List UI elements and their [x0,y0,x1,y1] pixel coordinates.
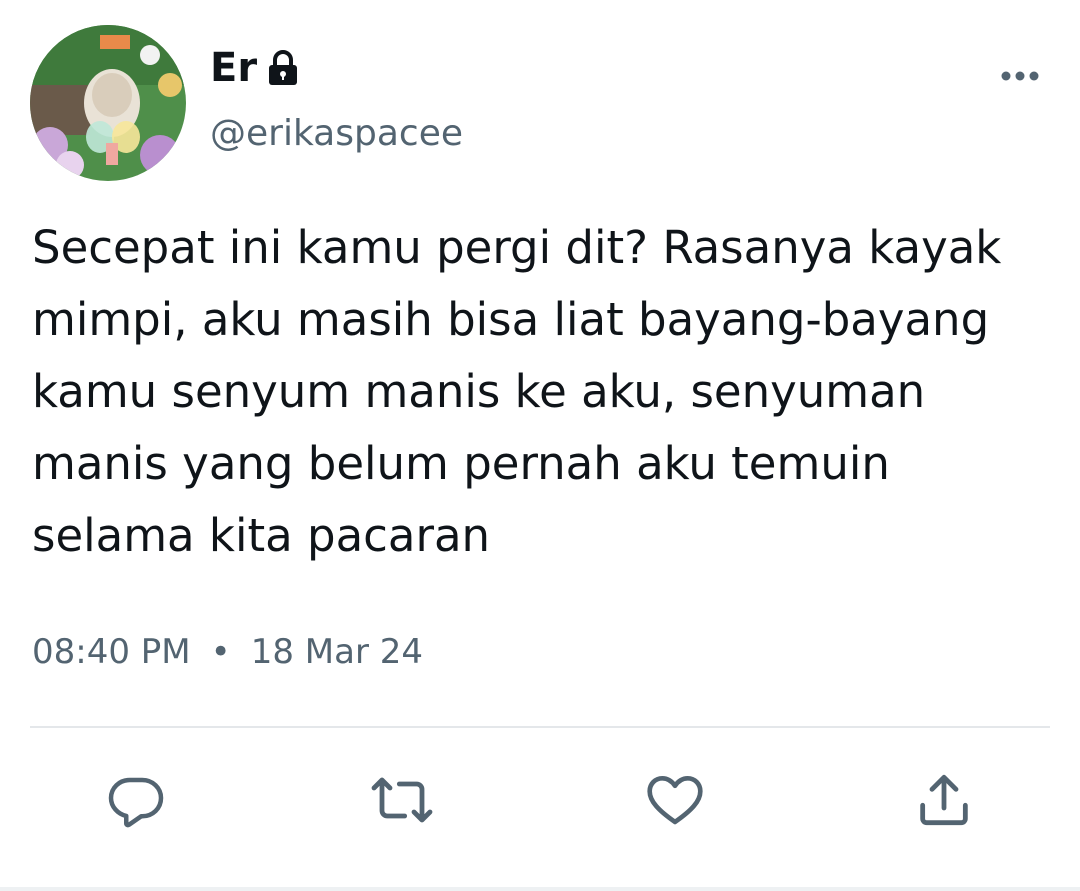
tweet-timestamp: 08:40 PM • 18 Mar 24 [32,628,423,676]
more-options-icon[interactable] [990,56,1050,96]
tweet-text: Secepat ini kamu pergi dit? Rasanya kaya… [32,221,1002,562]
display-name-text: Er [210,45,258,91]
tweet-time: 08:40 PM [32,632,191,672]
divider [30,726,1050,728]
meta-separator: • [210,632,231,672]
display-name[interactable]: Er [210,42,303,94]
reply-icon [108,777,164,828]
bottom-divider [0,887,1080,891]
tweet-date: 18 Mar 24 [250,632,423,672]
like-icon [647,775,703,825]
retweet-icon [371,777,433,823]
avatar-image [30,25,186,181]
reply-button[interactable] [104,768,168,832]
avatar[interactable] [30,25,186,181]
retweet-button[interactable] [370,768,434,832]
share-icon [920,774,968,826]
share-button[interactable] [912,768,976,832]
like-button[interactable] [643,768,707,832]
lock-icon [263,48,303,88]
user-handle[interactable]: @erikaspacee [210,110,463,158]
tweet-card: Er @erikaspacee Secepat ini kamu pergi d… [0,0,1080,891]
